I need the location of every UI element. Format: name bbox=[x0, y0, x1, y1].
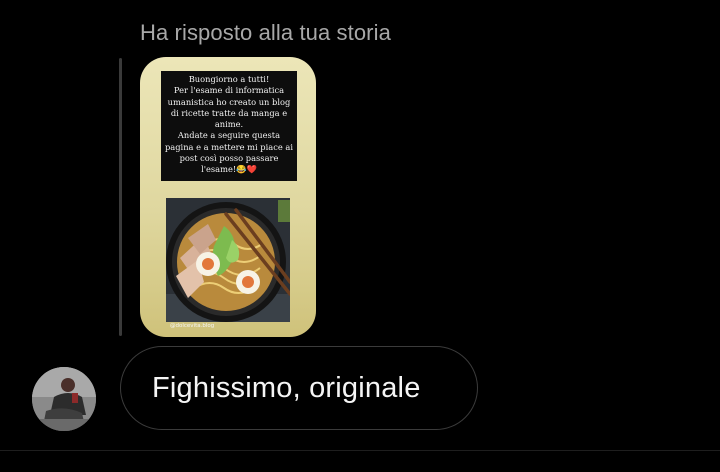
story-text-line: di ricette tratte da manga e bbox=[170, 107, 288, 118]
reply-quote-bar bbox=[119, 58, 122, 336]
story-reply-header: Ha risposto alla tua storia bbox=[140, 20, 391, 45]
story-text-line: Buongiorno a tutti! bbox=[188, 74, 270, 84]
story-text-line: anime. bbox=[214, 119, 244, 130]
message-bubble[interactable]: Fighissimo, originale bbox=[120, 346, 478, 430]
story-text-line: umanistica ho creato un blog bbox=[167, 96, 291, 107]
story-text-line: post così posso passare bbox=[179, 153, 279, 164]
story-thumbnail[interactable]: Buongiorno a tutti! Per l'esame di infor… bbox=[140, 57, 316, 337]
story-credit: @dolcevita.blog bbox=[170, 323, 215, 329]
story-text-line: Per l'esame di informatica bbox=[173, 85, 285, 96]
story-text-line: Andate a seguire questa bbox=[177, 130, 281, 141]
user-avatar[interactable] bbox=[32, 367, 96, 431]
story-text-line: l'esame!😂❤️ bbox=[201, 164, 257, 175]
story-text-box: Buongiorno a tutti! Per l'esame di infor… bbox=[161, 71, 297, 181]
bottom-divider bbox=[0, 450, 720, 451]
message-text: Fighissimo, originale bbox=[152, 371, 421, 404]
ramen-bowl-image bbox=[166, 198, 290, 322]
story-text-line: pagina e a mettere mi piace ai bbox=[164, 141, 293, 152]
